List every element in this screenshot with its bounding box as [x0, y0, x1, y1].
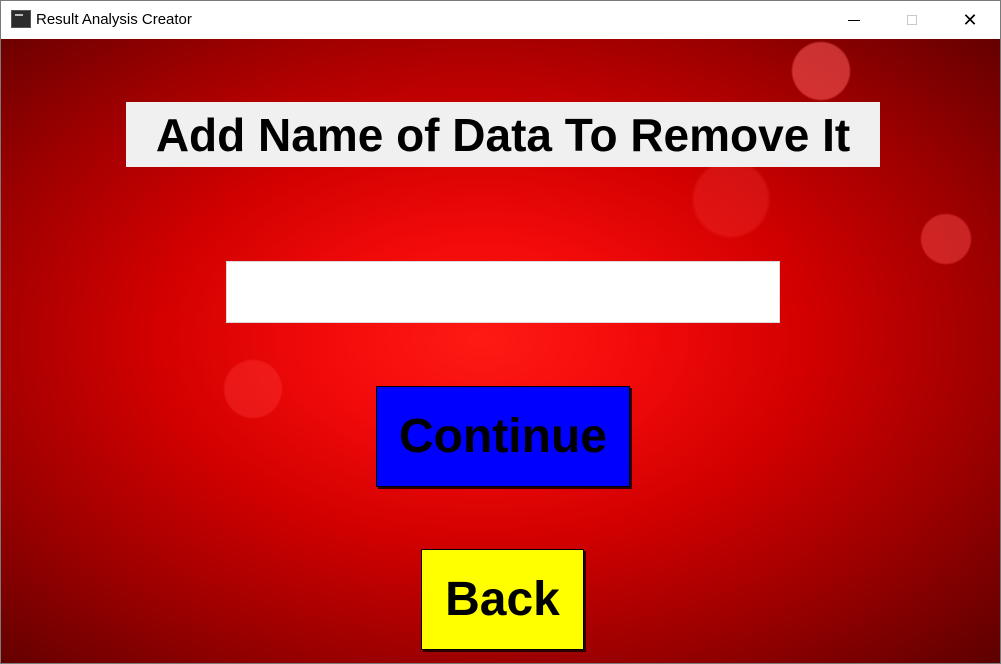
- minimize-button[interactable]: [831, 1, 877, 39]
- app-window: Result Analysis Creator ✕ Add Name of Da…: [0, 0, 1001, 664]
- title-bar: Result Analysis Creator ✕: [1, 1, 1000, 39]
- content-area: Add Name of Data To Remove It Continue B…: [1, 39, 1000, 663]
- app-icon: [11, 10, 31, 28]
- back-button[interactable]: Back: [421, 549, 584, 650]
- window-title: Result Analysis Creator: [36, 11, 192, 28]
- maximize-icon: [907, 15, 917, 25]
- continue-button[interactable]: Continue: [376, 386, 630, 487]
- data-name-input[interactable]: [226, 261, 780, 323]
- close-icon: ✕: [962, 9, 978, 31]
- close-button[interactable]: ✕: [947, 1, 993, 39]
- minimize-icon: [848, 19, 860, 21]
- page-title: Add Name of Data To Remove It: [126, 102, 880, 167]
- maximize-button[interactable]: [889, 1, 935, 39]
